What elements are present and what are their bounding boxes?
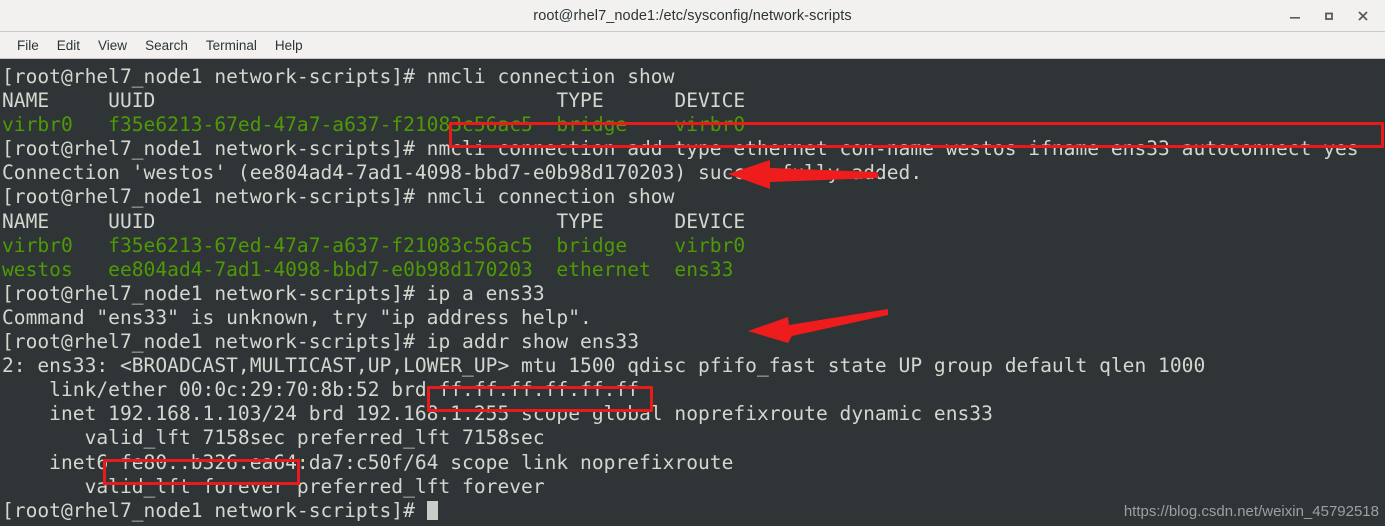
watermark-text: https://blog.csdn.net/weixin_45792518 (1123, 503, 1379, 520)
window-controls (1287, 0, 1379, 31)
terminal-line: [root@rhel7_node1 network-scripts]# ip a… (2, 330, 640, 354)
menu-bar: File Edit View Search Terminal Help (0, 32, 1385, 59)
terminal-line: NAME UUID TYPE DEVICE (2, 89, 746, 113)
terminal-line: [root@rhel7_node1 network-scripts]# nmcl… (2, 65, 675, 88)
text-cursor (426, 500, 438, 520)
menu-item-edit[interactable]: Edit (48, 36, 89, 55)
menu-item-file[interactable]: File (8, 36, 48, 55)
terminal-line: inet6 fe80::b326:ea64:da7:c50f/64 scope … (2, 450, 734, 474)
terminal-window: root@rhel7_node1:/etc/sysconfig/network-… (0, 0, 1385, 526)
terminal-output[interactable]: [root@rhel7_node1 network-scripts]# nmcl… (0, 59, 1385, 526)
terminal-line: link/ether 00:0c:29:70:8b:52 brd ff:ff:f… (2, 378, 640, 402)
minimize-icon[interactable] (1287, 8, 1303, 24)
terminal-line: inet 192.168.1.103/24 brd 192.168.1.255 … (2, 402, 993, 426)
window-title: root@rhel7_node1:/etc/sysconfig/network-… (533, 7, 852, 24)
terminal-line: virbr0 f35e6213-67ed-47a7-a637-f21083c56… (2, 113, 746, 137)
menu-item-terminal[interactable]: Terminal (197, 36, 266, 55)
terminal-line: valid_lft forever preferred_lft forever (2, 474, 545, 498)
terminal-line: Command "ens33" is unknown, try "ip addr… (2, 305, 592, 329)
terminal-line: [root@rhel7_node1 network-scripts]# nmcl… (2, 185, 675, 209)
menu-item-search[interactable]: Search (136, 36, 197, 55)
terminal-line: 2: ens33: <BROADCAST,MULTICAST,UP,LOWER_… (2, 354, 1206, 378)
terminal-line: westos ee804ad4-7ad1-4098-bbd7-e0b98d170… (2, 257, 734, 281)
terminal-line: virbr0 f35e6213-67ed-47a7-a637-f21083c56… (2, 233, 746, 257)
menu-item-view[interactable]: View (89, 36, 136, 55)
close-icon[interactable] (1355, 8, 1371, 24)
terminal-line: Connection 'westos' (ee804ad4-7ad1-4098-… (2, 161, 923, 185)
prompt-text: [root@rhel7_node1 network-scripts]# (2, 498, 427, 522)
title-bar: root@rhel7_node1:/etc/sysconfig/network-… (0, 0, 1385, 32)
maximize-icon[interactable] (1321, 8, 1337, 24)
terminal-line: [root@rhel7_node1 network-scripts]# nmcl… (2, 137, 1359, 161)
terminal-line: NAME UUID TYPE DEVICE (2, 209, 746, 233)
terminal-line: valid_lft 7158sec preferred_lft 7158sec (2, 426, 545, 450)
menu-item-help[interactable]: Help (266, 36, 312, 55)
terminal-line: [root@rhel7_node1 network-scripts]# ip a… (2, 281, 545, 305)
